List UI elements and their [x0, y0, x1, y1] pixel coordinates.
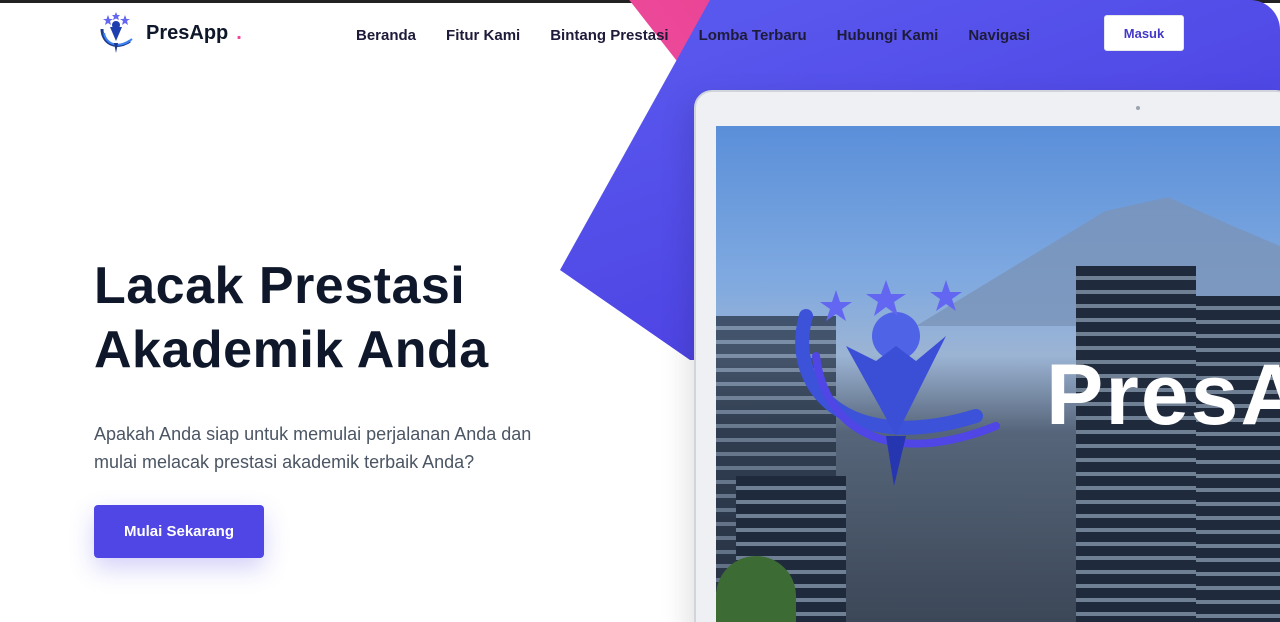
brand-logo[interactable]: PresApp.	[94, 11, 242, 55]
hero-title-line1: Lacak Prestasi	[94, 257, 466, 315]
screen-brand-text: PresApp	[1046, 347, 1280, 443]
nav-item-fitur-kami[interactable]: Fitur Kami	[446, 27, 520, 44]
header: PresApp. Beranda Fitur Kami Bintang Pres…	[0, 3, 1280, 67]
main-nav: Beranda Fitur Kami Bintang Prestasi Lomb…	[356, 27, 1030, 44]
nav-item-bintang-prestasi[interactable]: Bintang Prestasi	[550, 27, 668, 44]
brand-name: PresApp	[146, 21, 229, 44]
presapp-logo-icon	[795, 280, 1000, 486]
laptop-mockup: PresApp	[694, 90, 1280, 622]
presapp-logo-icon	[100, 12, 133, 53]
hero-subtitle-line2: mulai melacak prestasi akademik terbaik …	[94, 452, 475, 472]
nav-item-hubungi-kami[interactable]: Hubungi Kami	[837, 27, 939, 44]
laptop-camera	[1136, 106, 1140, 110]
hero-title: Lacak Prestasi Akademik Anda	[94, 254, 614, 382]
laptop-screen: PresApp	[716, 126, 1280, 622]
hero-title-line2: Akademik Anda	[94, 321, 489, 379]
building	[1196, 296, 1280, 622]
hero-subtitle: Apakah Anda siap untuk memulai perjalana…	[94, 420, 574, 476]
login-button[interactable]: Masuk	[1104, 15, 1184, 51]
brand-dot: .	[236, 21, 242, 44]
nav-item-lomba-terbaru[interactable]: Lomba Terbaru	[699, 27, 807, 44]
nav-item-navigasi[interactable]: Navigasi	[968, 27, 1030, 44]
get-started-button[interactable]: Mulai Sekarang	[94, 505, 264, 558]
hero-subtitle-line1: Apakah Anda siap untuk memulai perjalana…	[94, 424, 532, 444]
nav-item-beranda[interactable]: Beranda	[356, 27, 416, 44]
